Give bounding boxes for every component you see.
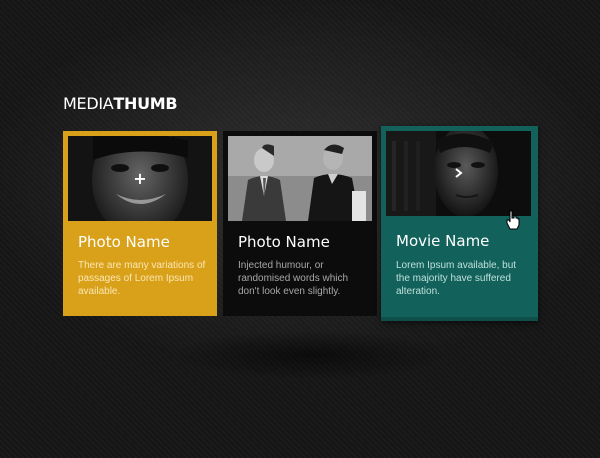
title-bold: THUMB (113, 94, 178, 113)
media-card-photo-1[interactable]: + Photo Name There are many variations o… (63, 131, 217, 316)
photo-thumbnail[interactable]: + (68, 136, 212, 221)
card-title[interactable]: Photo Name (78, 233, 170, 251)
plus-icon[interactable]: + (133, 170, 146, 187)
page-title: MEDIATHUMB (63, 94, 178, 113)
card-title[interactable]: Movie Name (396, 232, 489, 250)
card-description: There are many variations of passages of… (78, 260, 206, 297)
two-men-photo (228, 136, 372, 221)
floor-shadow (170, 330, 450, 380)
photo-thumbnail[interactable] (228, 136, 372, 221)
hand-cursor-icon (506, 210, 520, 230)
card-description: Injected humour, or randomised words whi… (238, 260, 349, 297)
card-title[interactable]: Photo Name (238, 233, 330, 251)
title-light: MEDIA (63, 94, 114, 113)
card-description: Lorem Ipsum available, but the majority … (396, 260, 517, 297)
media-card-photo-2[interactable]: Photo Name Injected humour, or randomise… (223, 131, 377, 316)
play-arrow-icon[interactable] (453, 166, 465, 182)
movie-thumbnail[interactable] (386, 131, 531, 216)
